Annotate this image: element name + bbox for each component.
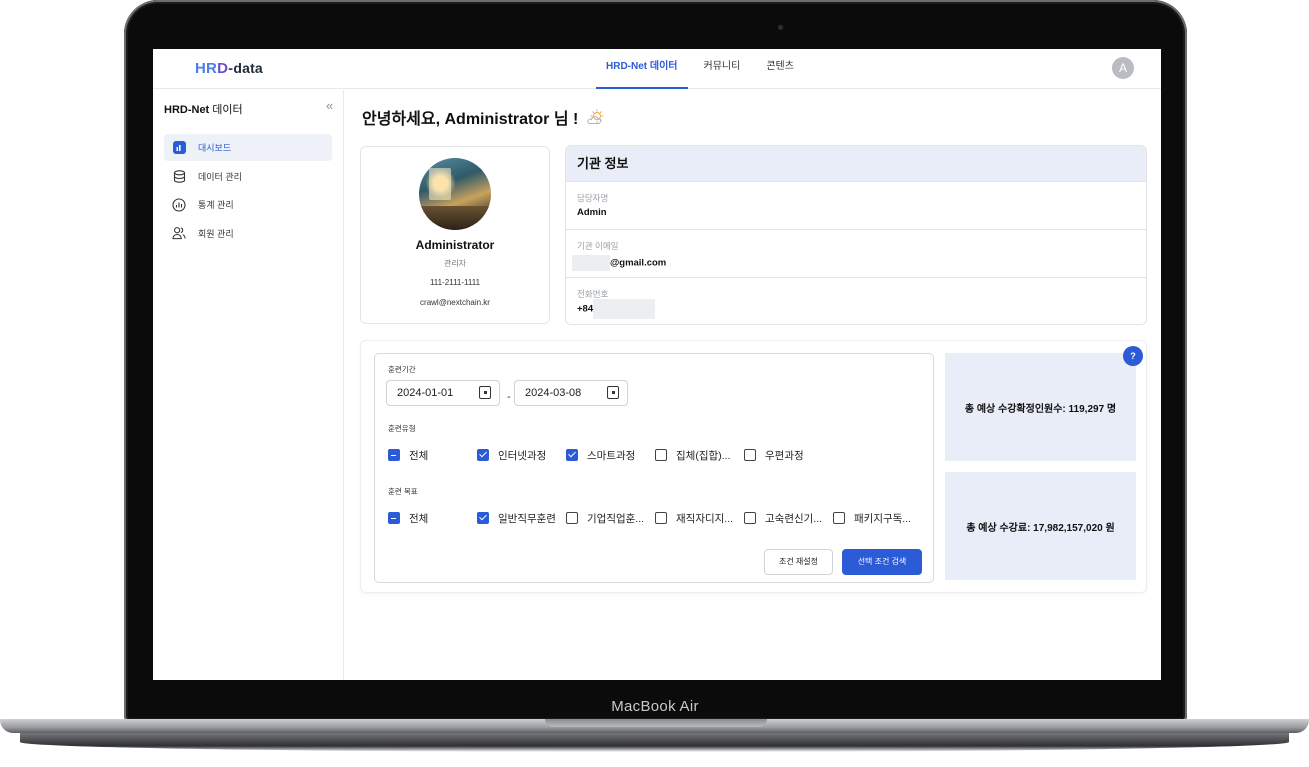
goal-package-checkbox[interactable]: 패키지구독... <box>833 510 911 526</box>
app-header: HRD-data HRD-Net 데이터 커뮤니티 콘텐츠 A <box>153 49 1161 89</box>
sun-cloud-icon <box>587 109 604 124</box>
tab-contents[interactable]: 콘텐츠 <box>756 49 804 89</box>
redacted-block <box>572 255 610 271</box>
database-icon <box>172 169 186 183</box>
expected-fee-text: 총 예상 수강료: 17,982,157,020 원 <box>966 522 1115 534</box>
help-button[interactable]: ? <box>1123 346 1143 366</box>
calendar-icon[interactable] <box>607 386 619 399</box>
filter-section: 훈련기간 2024-01-01 - 2024-03-08 훈련유형 전체 인터넷… <box>360 340 1147 593</box>
page-title: 안녕하세요, Administrator 님 ! <box>362 105 606 129</box>
goal-checkbox-row: 전체 일반직무훈련 기업직업훈... 재직자디지... 고숙련신기... 패키지… <box>388 510 928 526</box>
tab-hrd-net-data[interactable]: HRD-Net 데이터 <box>596 49 688 89</box>
reset-button[interactable]: 조건 재설정 <box>764 549 833 575</box>
calendar-icon[interactable] <box>479 386 491 399</box>
screen: HRD-data HRD-Net 데이터 커뮤니티 콘텐츠 A HRD-Net … <box>153 49 1161 680</box>
field-value: @gmail.com <box>610 257 667 269</box>
sidebar-item-label: 대시보드 <box>198 143 232 153</box>
laptop-hinge-notch <box>545 719 767 727</box>
org-info-card: 기관 정보 담당자명 Admin 기관 이메일 @gmail.com 전화번호 … <box>565 145 1147 325</box>
sidebar-title: HRD-Net 데이터 <box>164 104 243 116</box>
laptop-base-shadow <box>20 732 1289 752</box>
type-all-checkbox[interactable]: 전체 <box>388 447 428 463</box>
period-label: 훈련기간 <box>388 365 416 374</box>
avatar[interactable]: A <box>1112 57 1134 79</box>
logo[interactable]: HRD-data <box>195 60 263 77</box>
date-separator: - <box>507 391 511 403</box>
field-value: Admin <box>577 207 607 218</box>
camera-dot <box>778 25 783 30</box>
expected-students-text: 총 예상 수강확정인원수: 119,297 명 <box>964 403 1117 415</box>
goal-label: 훈련 목표 <box>388 487 418 496</box>
type-checkbox-row: 전체 인터넷과정 스마트과정 집체(집합)... 우편과정 <box>388 447 928 463</box>
device-label: MacBook Air <box>611 698 699 715</box>
start-date-input[interactable]: 2024-01-01 <box>386 380 500 406</box>
org-field-manager: 담당자명 Admin <box>566 181 1146 229</box>
users-icon <box>172 226 186 240</box>
end-date-input[interactable]: 2024-03-08 <box>514 380 628 406</box>
expected-students-panel: 총 예상 수강확정인원수: 119,297 명 <box>945 353 1136 461</box>
sidebar-item-label: 회원 관리 <box>198 228 234 239</box>
bar-chart-icon <box>172 141 186 155</box>
greeting-text: 안녕하세요, Administrator 님 ! <box>362 111 579 128</box>
redacted-block <box>593 299 656 319</box>
field-label: 담당자명 <box>577 193 609 203</box>
org-field-email: 기관 이메일 @gmail.com <box>566 229 1146 277</box>
type-internet-checkbox[interactable]: 인터넷과정 <box>477 447 546 463</box>
sidebar-menu: 대시보드 데이터 관리 통계 관리 회원 관리 <box>164 134 332 248</box>
tab-community[interactable]: 커뮤니티 <box>694 49 751 89</box>
goal-all-checkbox[interactable]: 전체 <box>388 510 428 526</box>
field-value-wrap: +84 <box>577 299 656 319</box>
profile-email: crawl@nextchain.kr <box>420 298 490 307</box>
goal-corporate-checkbox[interactable]: 기업직업훈... <box>566 510 644 526</box>
sidebar-item-label: 데이터 관리 <box>198 171 242 182</box>
top-nav: HRD-Net 데이터 커뮤니티 콘텐츠 <box>596 49 810 89</box>
sidebar-item-label: 통계 관리 <box>198 200 234 210</box>
field-value: +84 <box>577 303 594 315</box>
goal-digital-checkbox[interactable]: 재직자디지... <box>655 510 733 526</box>
sidebar-item-members[interactable]: 회원 관리 <box>164 220 332 247</box>
sidebar-item-statistics[interactable]: 통계 관리 <box>164 191 332 218</box>
filter-panel: 훈련기간 2024-01-01 - 2024-03-08 훈련유형 전체 인터넷… <box>374 353 934 583</box>
expected-fee-panel: 총 예상 수강료: 17,982,157,020 원 <box>945 472 1136 580</box>
field-value-wrap: @gmail.com <box>572 255 666 271</box>
type-label: 훈련유형 <box>388 424 416 433</box>
profile-name: Administrator <box>415 238 495 252</box>
sidebar: HRD-Net 데이터 « 대시보드 데이터 관리 통계 관리 회원 관리 <box>153 90 344 680</box>
type-group-checkbox[interactable]: 집체(집합)... <box>655 447 730 463</box>
profile-phone: 111-2111-1111 <box>429 278 481 287</box>
profile-card: Administrator 관리자 111-2111-1111 crawl@ne… <box>360 146 550 324</box>
sidebar-item-dashboard[interactable]: 대시보드 <box>164 134 332 161</box>
search-button[interactable]: 선택 조건 검색 <box>842 549 922 575</box>
org-field-phone: 전화번호 +84 <box>566 277 1146 324</box>
field-label: 기관 이메일 <box>577 241 619 251</box>
stats-icon <box>172 197 186 212</box>
goal-general-checkbox[interactable]: 일반직무훈련 <box>477 510 556 526</box>
sidebar-item-data-management[interactable]: 데이터 관리 <box>164 163 332 190</box>
type-smart-checkbox[interactable]: 스마트과정 <box>566 447 635 463</box>
org-info-title: 기관 정보 <box>566 146 1146 181</box>
profile-role: 관리자 <box>443 259 467 268</box>
goal-advanced-checkbox[interactable]: 고숙련신기... <box>744 510 822 526</box>
collapse-sidebar-icon[interactable]: « <box>326 98 333 113</box>
profile-photo <box>419 158 491 230</box>
type-mail-checkbox[interactable]: 우편과정 <box>744 447 804 463</box>
